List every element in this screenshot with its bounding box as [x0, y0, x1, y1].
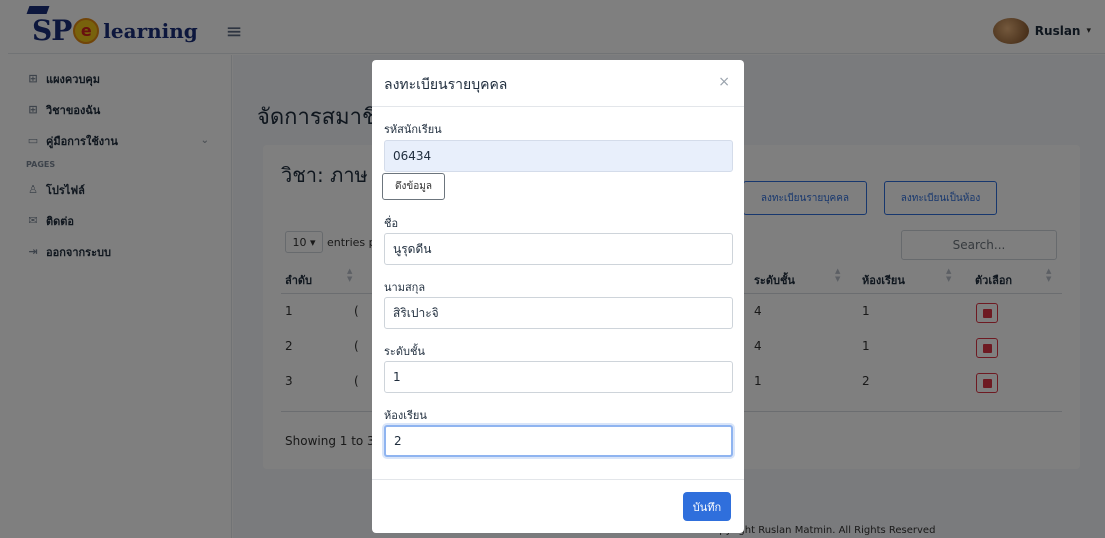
level-label: ระดับชั้น [384, 345, 425, 358]
modal-header: ลงทะเบียนรายบุคคล × [372, 60, 744, 107]
save-button[interactable]: บันทึก [683, 492, 731, 521]
last-name-label: นามสกุล [384, 281, 426, 294]
student-id-field[interactable]: 06434 [384, 140, 733, 172]
fetch-data-button[interactable]: ดึงข้อมูล [382, 173, 445, 200]
room-field[interactable]: 2 [384, 425, 733, 457]
first-name-label: ชื่อ [384, 217, 399, 230]
close-icon[interactable]: × [718, 74, 730, 90]
last-name-field[interactable]: สิริเปาะจิ [384, 297, 733, 329]
modal-footer: บันทึก [372, 479, 744, 533]
modal-title: ลงทะเบียนรายบุคคล [384, 77, 508, 93]
student-id-label: รหัสนักเรียน [384, 123, 442, 136]
level-field[interactable]: 1 [384, 361, 733, 393]
first-name-field[interactable]: นูรุดดีน [384, 233, 733, 265]
register-individual-modal: ลงทะเบียนรายบุคคล × รหัสนักเรียน 06434 ด… [372, 60, 744, 533]
room-label: ห้องเรียน [384, 409, 427, 422]
